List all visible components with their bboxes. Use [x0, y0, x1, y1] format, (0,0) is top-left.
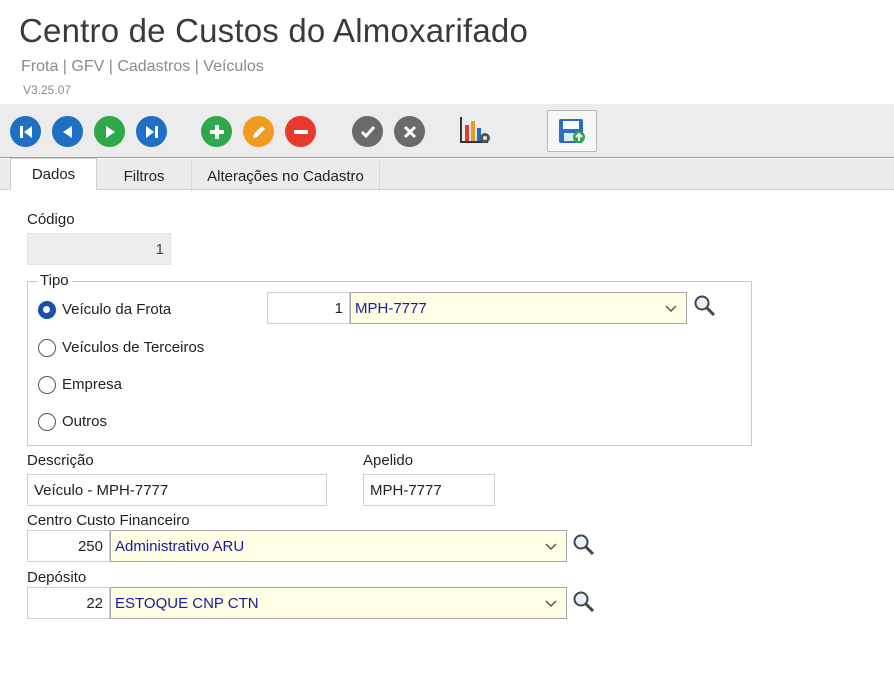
add-button[interactable] [201, 116, 232, 147]
save-icon [559, 119, 585, 143]
veiculo-code-input[interactable]: 1 [267, 292, 350, 324]
confirm-icon [360, 125, 375, 138]
delete-button[interactable] [285, 116, 316, 147]
centro-custo-label: Centro Custo Financeiro [27, 512, 190, 529]
centro-custo-code-input[interactable]: 250 [27, 530, 110, 562]
breadcrumb: Frota | GFV | Cadastros | Veículos [21, 58, 264, 75]
search-icon[interactable] [572, 533, 596, 557]
centro-custo-select-value: Administrativo ARU [115, 537, 245, 555]
previous-record-button[interactable] [52, 116, 83, 147]
delete-icon [293, 129, 308, 134]
centro-custo-select[interactable]: Administrativo ARU [110, 530, 567, 562]
radio-veiculo-frota[interactable] [38, 301, 56, 319]
chevron-down-icon [545, 543, 557, 551]
radio-outros-label[interactable]: Outros [62, 413, 107, 430]
chart-settings-icon [460, 117, 490, 143]
deposito-label: Depósito [27, 569, 87, 586]
tab-dados[interactable]: Dados [10, 158, 97, 190]
codigo-field: 1 [27, 233, 171, 265]
radio-veiculo-frota-label[interactable]: Veículo da Frota [62, 301, 171, 318]
last-icon [145, 125, 158, 138]
descricao-label: Descrição [27, 452, 94, 469]
cancel-button[interactable] [394, 116, 425, 147]
chevron-down-icon [665, 305, 677, 313]
first-record-button[interactable] [10, 116, 41, 147]
deposito-select-value: ESTOQUE CNP CTN [115, 594, 259, 612]
descricao-input[interactable]: Veículo - MPH-7777 [27, 474, 327, 506]
last-record-button[interactable] [136, 116, 167, 147]
chevron-down-icon [545, 600, 557, 608]
next-record-button[interactable] [94, 116, 125, 147]
radio-veiculos-terceiros-label[interactable]: Veículos de Terceiros [62, 339, 204, 356]
search-icon[interactable] [572, 590, 596, 614]
confirm-button[interactable] [352, 116, 383, 147]
deposito-select[interactable]: ESTOQUE CNP CTN [110, 587, 567, 619]
chart-settings-button[interactable] [457, 113, 493, 149]
radio-empresa[interactable] [38, 376, 56, 394]
next-icon [105, 125, 115, 138]
tab-alteracoes[interactable]: Alterações no Cadastro [192, 161, 380, 192]
apelido-label: Apelido [363, 452, 414, 469]
veiculo-select[interactable]: MPH-7777 [350, 292, 687, 324]
apelido-input[interactable]: MPH-7777 [363, 474, 495, 506]
veiculo-select-value: MPH-7777 [355, 299, 427, 317]
save-button[interactable] [547, 110, 597, 152]
edit-button[interactable] [243, 116, 274, 147]
first-icon [19, 125, 32, 138]
radio-veiculos-terceiros[interactable] [38, 339, 56, 357]
version-label: V3.25.07 [23, 83, 72, 97]
cancel-icon [403, 125, 416, 138]
prev-icon [62, 125, 72, 138]
edit-icon [252, 125, 265, 138]
radio-empresa-label[interactable]: Empresa [62, 376, 122, 393]
deposito-code-input[interactable]: 22 [27, 587, 110, 619]
add-icon [209, 124, 224, 139]
tipo-legend: Tipo [37, 272, 72, 289]
search-icon[interactable] [693, 294, 717, 318]
tab-filtros[interactable]: Filtros [97, 161, 192, 192]
radio-outros[interactable] [38, 413, 56, 431]
toolbar [0, 104, 894, 158]
codigo-label: Código [27, 211, 75, 228]
page-title: Centro de Custos do Almoxarifado [19, 12, 529, 49]
